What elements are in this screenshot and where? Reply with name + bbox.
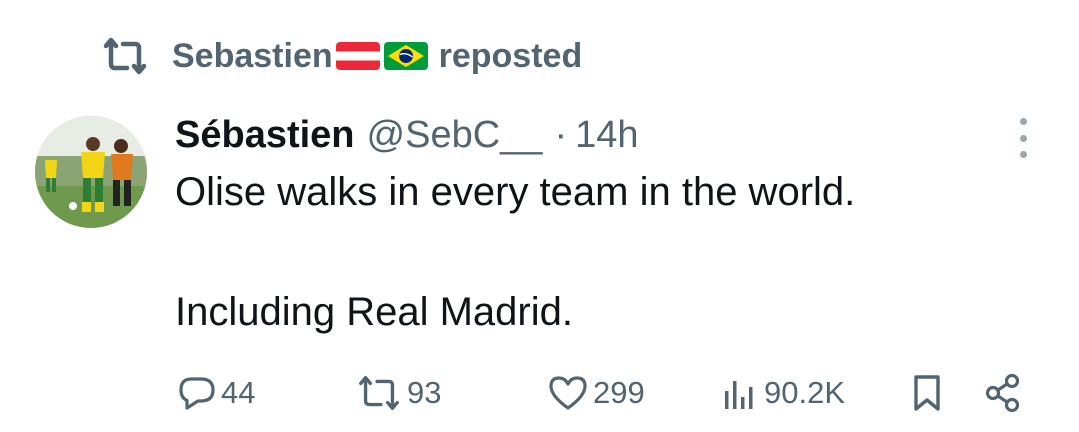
- tweet-text-line-1: Olise walks in every team in the world.: [175, 170, 856, 214]
- tweet-header: Sébastien @SebC__ · 14h: [175, 110, 639, 160]
- views-icon: [720, 373, 760, 413]
- austria-flag-icon: [335, 39, 381, 73]
- repost-user-name[interactable]: Sebastien: [172, 37, 333, 76]
- repost-icon: [100, 36, 150, 76]
- bookmark-icon: [907, 373, 947, 413]
- share-button[interactable]: [982, 368, 1024, 418]
- user-handle[interactable]: @SebC__: [367, 114, 543, 157]
- repost-label: reposted: [438, 36, 583, 75]
- like-button[interactable]: 299: [547, 368, 645, 418]
- repost-indicator[interactable]: Sebastien reposted: [100, 32, 582, 80]
- more-options-icon[interactable]: [1010, 118, 1036, 158]
- reply-button[interactable]: 44: [177, 368, 255, 418]
- repost-button[interactable]: 93: [355, 368, 441, 418]
- like-count: 299: [593, 375, 645, 410]
- display-name[interactable]: Sébastien: [175, 114, 355, 157]
- brazil-flag-icon: [383, 39, 429, 73]
- views-count: 90.2K: [764, 375, 846, 410]
- views-button[interactable]: 90.2K: [720, 368, 845, 418]
- repost-count: 93: [407, 375, 442, 410]
- action-bar: 44 93 299 90.2K: [175, 368, 1035, 418]
- share-icon: [982, 372, 1024, 414]
- separator-dot: ·: [554, 113, 568, 156]
- timestamp[interactable]: 14h: [575, 114, 638, 157]
- avatar[interactable]: [35, 116, 147, 228]
- bookmark-button[interactable]: [907, 368, 947, 418]
- reply-icon: [177, 373, 217, 413]
- repost-icon: [355, 373, 403, 413]
- heart-icon: [547, 373, 589, 413]
- reply-count: 44: [221, 375, 256, 410]
- tweet-text-line-2: Including Real Madrid.: [175, 290, 573, 334]
